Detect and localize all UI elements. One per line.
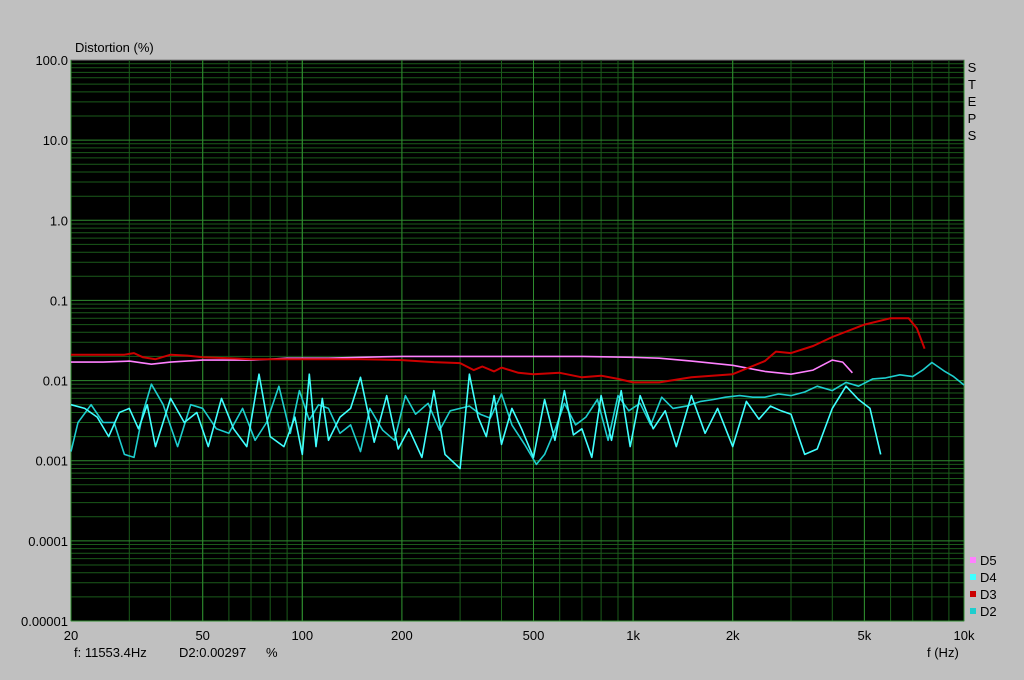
value-readout: D2:0.00297 [179,645,246,660]
frequency-readout: f: 11553.4Hz [74,645,147,660]
y-tick-label: 1.0 [50,213,68,228]
x-tick-label: 50 [195,628,209,643]
x-axis-label: f (Hz) [927,645,959,660]
legend-swatch-d4 [970,574,976,580]
steps-letter: P [968,111,977,126]
x-tick-label: 5k [858,628,872,643]
distortion-chart: Distortion (%) 100.0 10.0 1.0 0.1 0.01 0.001 0… [21,40,997,660]
x-tick-label: 20 [64,628,78,643]
legend-label-d5: D5 [980,553,997,568]
x-tick-label: 200 [391,628,413,643]
x-tick-label: 10k [954,628,975,643]
legend-label-d4: D4 [980,570,997,585]
x-tick-label: 100 [291,628,313,643]
y-tick-label: 10.0 [43,133,68,148]
x-tick-labels: 20 50 100 200 500 1k 2k 5k 10k [64,628,975,643]
legend-swatch-d5 [970,557,976,563]
unit-readout: % [266,645,278,660]
legend-label-d3: D3 [980,587,997,602]
steps-letter: S [968,128,977,143]
y-tick-label: 0.00001 [21,614,68,629]
legend-swatch-d2 [970,608,976,614]
x-tick-label: 1k [626,628,640,643]
y-tick-label: 0.01 [43,374,68,389]
y-tick-labels: 100.0 10.0 1.0 0.1 0.01 0.001 0.0001 0.00001 [21,53,68,629]
steps-letter: E [968,94,977,109]
y-tick-label: 0.001 [35,454,68,469]
steps-label: STEPS [968,60,977,143]
legend-swatch-d3 [970,591,976,597]
y-tick-label: 0.0001 [28,534,68,549]
x-tick-label: 500 [523,628,545,643]
y-axis-label: Distortion (%) [75,40,154,55]
y-tick-label: 100.0 [35,53,68,68]
y-tick-label: 0.1 [50,293,68,308]
legend: D5 D4 D3 D2 [970,553,997,619]
legend-label-d2: D2 [980,604,997,619]
steps-letter: T [968,77,976,92]
x-tick-label: 2k [726,628,740,643]
steps-letter: S [968,60,977,75]
